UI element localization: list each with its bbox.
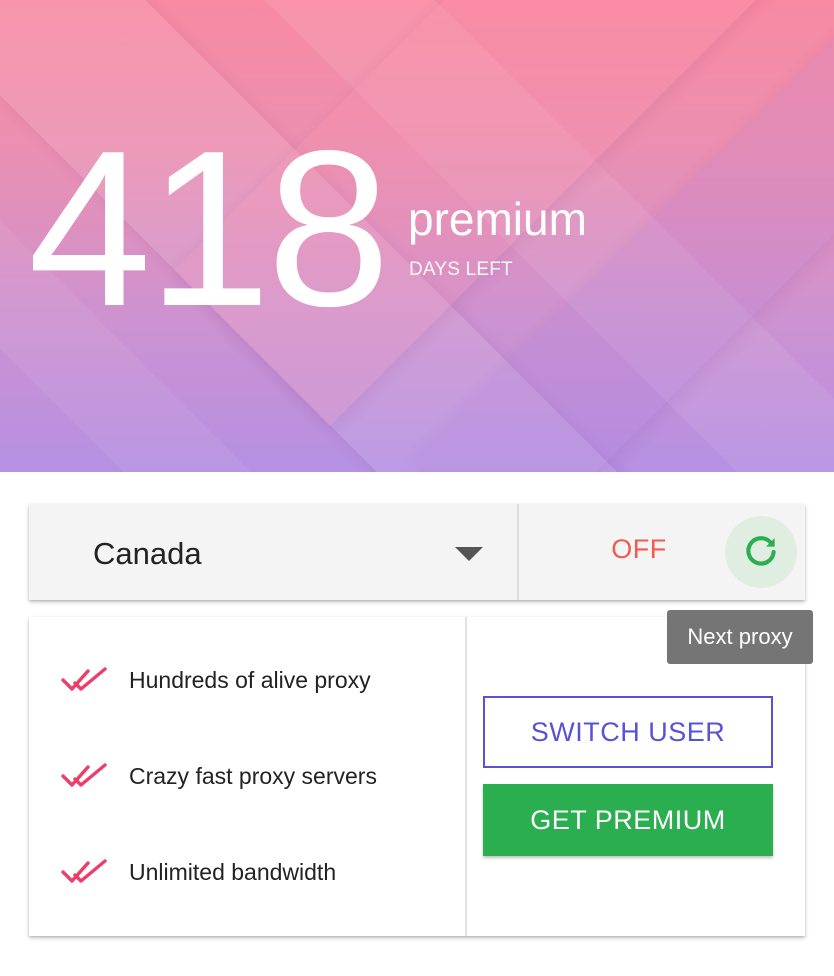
- refresh-icon: [746, 536, 776, 566]
- dropdown-arrow-icon: [455, 547, 483, 561]
- feature-item: Crazy fast proxy servers: [61, 756, 377, 796]
- next-proxy-button[interactable]: [725, 516, 797, 588]
- country-selected-value: Canada: [93, 536, 202, 571]
- divider: [465, 617, 467, 936]
- feature-label: Hundreds of alive proxy: [129, 666, 371, 693]
- control-bar: Canada OFF: [29, 504, 805, 600]
- plan-name: premium: [408, 193, 587, 245]
- country-select[interactable]: Canada: [29, 504, 517, 600]
- double-check-icon: [61, 667, 107, 691]
- connection-toggle[interactable]: OFF: [589, 534, 689, 570]
- hero-banner: 418 premium DAYS LEFT: [0, 0, 834, 472]
- feature-label: Crazy fast proxy servers: [129, 762, 377, 789]
- get-premium-button[interactable]: GET PREMIUM: [483, 784, 773, 856]
- double-check-icon: [61, 859, 107, 883]
- divider: [517, 504, 519, 600]
- features-card: Hundreds of alive proxy Crazy fast proxy…: [29, 617, 805, 936]
- days-left-caption: DAYS LEFT: [409, 259, 513, 280]
- days-left-number: 418: [28, 105, 390, 353]
- switch-user-button[interactable]: SWITCH USER: [483, 696, 773, 768]
- double-check-icon: [61, 763, 107, 787]
- feature-item: Hundreds of alive proxy: [61, 660, 371, 700]
- feature-item: Unlimited bandwidth: [61, 852, 336, 892]
- feature-label: Unlimited bandwidth: [129, 858, 337, 885]
- next-proxy-tooltip: Next proxy: [667, 610, 813, 664]
